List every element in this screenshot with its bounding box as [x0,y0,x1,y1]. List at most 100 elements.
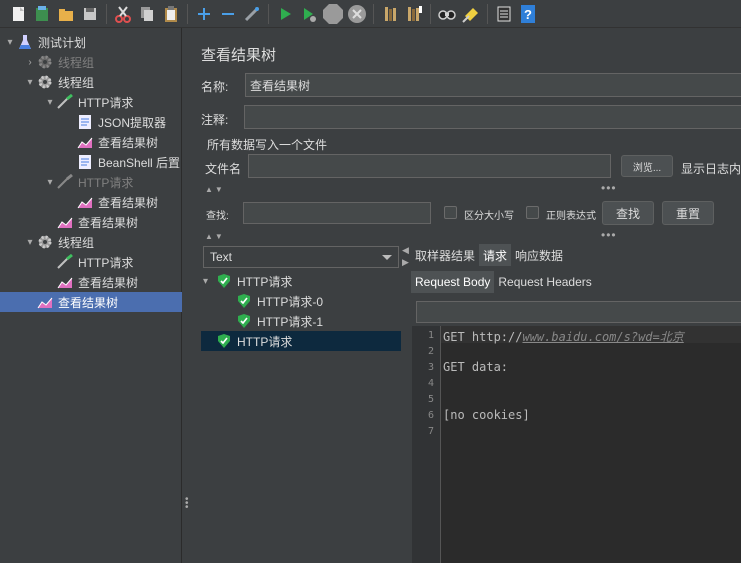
toolbar-separator [106,3,107,24]
tree-item[interactable]: JSON提取器 [0,112,182,132]
function-helper-icon[interactable] [492,2,516,26]
code-text: [no cookies] [443,408,530,422]
search-field[interactable] [243,202,431,224]
name-label: 名称: [201,80,229,94]
clear-icon[interactable] [378,2,402,26]
cut-icon[interactable] [111,2,135,26]
clear-all-icon[interactable] [402,2,426,26]
splitter-grip-icon[interactable]: • • • [185,495,189,513]
chart-icon [36,294,54,310]
lower-divider[interactable]: ▲▼ ••• [191,228,741,242]
toggle-icon[interactable] [240,2,264,26]
tree-item[interactable]: ▾ 线程组 [0,232,182,252]
arrow-right-icon[interactable]: ▶ [402,257,409,268]
result-item[interactable]: HTTP请求 [201,331,401,351]
line-number: 7 [427,426,434,437]
reset-button[interactable]: 重置 [662,201,714,225]
reset-search-icon[interactable] [459,2,483,26]
regex-checkbox[interactable] [526,206,539,219]
view-results-tree-panel: 查看结果树 名称: 查看结果树 注释: 所有数据写入一个文件 文件名 浏览...… [191,28,741,563]
tree-item[interactable]: 查看结果树 [0,292,182,312]
result-item[interactable]: HTTP请求-0 [201,291,323,311]
result-item-label: HTTP请求-0 [257,294,324,309]
name-field-value: 查看结果树 [250,78,311,93]
browse-button[interactable]: 浏览... [621,155,673,177]
divider-grip-icon[interactable]: ••• [601,228,617,242]
tree-toggle-icon[interactable]: ▾ [24,237,36,248]
request-subtab[interactable]: Request Headers [494,271,595,293]
code-url-link[interactable]: www.baidu.com/s?wd=北京 [522,330,683,344]
arrow-left-icon[interactable]: ◀ [402,245,409,256]
upper-divider[interactable]: ▲▼ ••• [191,181,741,195]
result-item[interactable]: HTTP请求-1 [201,311,323,331]
editor-search-bar[interactable] [416,301,741,323]
tree-toggle-icon[interactable]: › [24,57,36,68]
flask-icon [16,34,34,50]
tree-item-label: BeanShell 后置 [98,155,181,170]
tree-item[interactable]: › 线程组 [0,52,182,72]
tree-toggle-icon[interactable]: ▾ [4,37,16,48]
copy-icon[interactable] [135,2,159,26]
result-item[interactable]: ▾ HTTP请求 [201,271,292,291]
expand-icon[interactable] [192,2,216,26]
toolbar-separator [187,3,188,24]
new-icon[interactable] [6,2,30,26]
divider-grip-icon[interactable]: ••• [601,181,617,195]
collapse-arrows-icon[interactable]: ▲▼ [205,185,225,194]
tree-item[interactable]: ▾ HTTP请求 [0,92,182,112]
tree-toggle-icon[interactable]: ▾ [44,177,56,188]
tree-item[interactable]: ▾ HTTP请求 [0,172,182,192]
request-body-editor[interactable]: 1 GET http://www.baidu.com/s?wd=北京 2 3 GET d… [412,326,741,563]
name-field[interactable]: 查看结果树 [245,73,741,97]
tree-item-label: 线程组 [58,235,95,250]
chart-icon [56,214,74,230]
collapse-icon[interactable] [216,2,240,26]
tree-item-label: 线程组 [58,75,95,90]
results-splitter[interactable]: ◀ ▶ [401,241,409,563]
search-icon[interactable] [435,2,459,26]
tree-item[interactable]: ▾ 测试计划 [0,32,182,52]
code-text: GET data: [443,360,509,374]
request-subtab[interactable]: Request Body [411,271,495,293]
tree-item[interactable]: ▾ 线程组 [0,72,182,92]
tree-item[interactable]: HTTP请求 [0,252,182,272]
start-no-pauses-icon[interactable] [297,2,321,26]
paste-icon[interactable] [159,2,183,26]
help-icon[interactable]: ? [516,2,540,26]
tree-toggle-icon[interactable]: ▾ [44,97,56,108]
tree-item-label: 查看结果树 [98,135,159,150]
templates-icon[interactable] [30,2,54,26]
save-icon[interactable] [78,2,102,26]
comment-field[interactable] [244,105,741,129]
success-shield-icon [217,274,231,288]
open-icon[interactable] [54,2,78,26]
gear-icon [36,234,54,250]
document-icon [76,154,94,170]
code-line: [no cookies] [443,408,530,422]
case-sensitive-checkbox[interactable] [444,206,457,219]
vertical-splitter[interactable]: • • • [183,28,191,563]
line-number: 3 [427,362,434,373]
tree-item[interactable]: BeanShell 后置 [0,152,182,172]
tree-toggle-icon[interactable]: ▾ [24,77,36,88]
tree-item[interactable]: 查看结果树 [0,212,182,232]
result-tab[interactable]: 请求 [479,244,512,266]
tree-item[interactable]: 查看结果树 [0,192,182,212]
tree-item[interactable]: 查看结果树 [0,272,182,292]
tree-toggle-icon[interactable]: ▾ [203,276,217,287]
find-button[interactable]: 查找 [602,201,654,225]
filename-field[interactable] [248,154,611,178]
toolbar-separator [430,3,431,24]
result-tree: ▾ HTTP请求 HTTP请求-0 HTTP请求-1 HTTP请求 [201,271,401,563]
result-tab[interactable]: 响应数据 [511,244,567,266]
result-tab[interactable]: 取样器结果 [411,244,479,266]
line-number: 6 [427,410,434,421]
renderer-select[interactable]: Text [203,246,399,268]
chart-icon [76,134,94,150]
stop-icon[interactable] [321,2,345,26]
start-icon[interactable] [273,2,297,26]
toolbar-separator [373,3,374,24]
collapse-arrows-icon[interactable]: ▲▼ [205,232,225,241]
tree-item[interactable]: 查看结果树 [0,132,182,152]
shutdown-icon[interactable] [345,2,369,26]
